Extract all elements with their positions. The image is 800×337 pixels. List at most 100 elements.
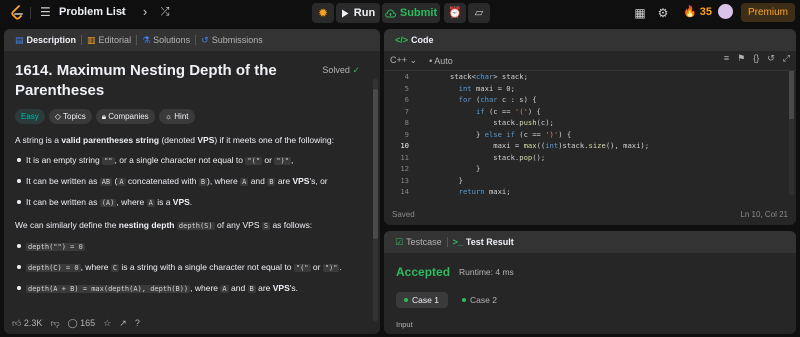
gear-icon[interactable]: ⚙: [656, 5, 670, 21]
chevron-left-icon[interactable]: ‹: [116, 4, 130, 20]
note-icon[interactable]: ≡: [724, 53, 729, 64]
code-editor[interactable]: 4 5 6 7 8 9 10 11 12 13 14 stack<char> s…: [384, 71, 784, 196]
bookmark-icon[interactable]: ⚑: [737, 53, 745, 64]
language-select[interactable]: C++ ⌄: [390, 55, 417, 66]
case-tab-2[interactable]: Case 2: [454, 292, 504, 308]
description-content: 1614. Maximum Nesting Depth of the Paren…: [4, 51, 372, 309]
code-icon: </>: [395, 35, 409, 45]
tab-test-result[interactable]: >_ Test Result: [448, 237, 519, 247]
text: It can be written as: [26, 197, 100, 207]
tab-description[interactable]: ▤ Description: [10, 35, 81, 46]
streak-count: 35: [699, 6, 713, 18]
text: concatenated with: [125, 176, 199, 186]
inline-code: depth(S): [176, 222, 215, 230]
tab-code[interactable]: </> Code: [390, 35, 439, 45]
line-number: 4: [404, 72, 409, 81]
editor-scrollbar[interactable]: [789, 71, 794, 195]
chevron-right-icon[interactable]: ›: [138, 4, 152, 20]
text: We can similarly define the: [15, 220, 119, 230]
help-button[interactable]: ?: [135, 318, 140, 328]
description-scrollbar[interactable]: [373, 79, 378, 321]
leetcode-logo-icon[interactable]: [10, 5, 24, 21]
code-panel: </> Code C++ ⌄ • Auto ≡ ⚑ {} ↺ ⤢ 4 5 6 7…: [384, 29, 796, 225]
tab-submissions[interactable]: ↺ Submissions: [196, 35, 268, 46]
result-tabs: ☑ Testcase >_ Test Result: [384, 231, 796, 253]
lock-icon: 🔒︎: [101, 112, 106, 121]
like-button[interactable]: 👍︎ 2.3K: [12, 318, 42, 329]
streak-counter[interactable]: 🔥 35: [683, 5, 712, 18]
line-number: 5: [404, 83, 409, 93]
note-icon: ▱: [474, 7, 484, 19]
avatar[interactable]: [718, 4, 733, 19]
list-item: It is an empty string "", or a single ch…: [15, 154, 361, 167]
text: It can be written as: [26, 176, 100, 186]
notes-button[interactable]: ▱: [468, 3, 490, 23]
inline-code: AB: [99, 178, 113, 186]
text: , or a single character not equal to: [114, 155, 246, 165]
text-bold: nesting depth: [118, 220, 175, 230]
run-button[interactable]: Run: [336, 3, 380, 23]
problem-title[interactable]: 1614. Maximum Nesting Depth of the Paren…: [15, 61, 305, 101]
problem-list-icon[interactable]: ☰: [40, 5, 54, 19]
line-number: 8: [404, 118, 409, 127]
inline-code: A: [220, 285, 229, 293]
companies-chip[interactable]: 🔒︎ Companies: [95, 109, 155, 124]
timer-button[interactable]: ⏰: [444, 3, 466, 23]
problem-intro: A string is a valid parentheses string (…: [15, 134, 361, 146]
history-icon: ↺: [201, 34, 209, 45]
description-footer: 👍︎ 2.3K 👎︎ ◯ 165 ☆ ↗ ?: [4, 312, 380, 334]
question-icon: ?: [134, 318, 140, 328]
reset-icon[interactable]: ↺: [767, 53, 775, 64]
terminal-icon: >_: [452, 237, 463, 247]
alarm-clock-icon: ⏰: [448, 7, 462, 19]
text-bold: VPS: [272, 283, 290, 293]
braces-icon[interactable]: {}: [753, 53, 759, 64]
topics-label: Topics: [63, 112, 86, 121]
text: .: [189, 197, 193, 207]
text: , where: [80, 262, 111, 272]
tab-description-label: Description: [26, 35, 77, 45]
text: is a: [154, 197, 173, 207]
difficulty-badge: Easy: [15, 109, 45, 124]
share-button[interactable]: ↗: [119, 318, 127, 329]
premium-button[interactable]: Premium: [741, 3, 795, 22]
lightbulb-icon: ☼: [164, 112, 173, 121]
star-icon: ☆: [103, 317, 112, 328]
dislike-button[interactable]: 👎︎: [50, 318, 59, 329]
tab-test-result-label: Test Result: [465, 237, 514, 247]
favorite-button[interactable]: ☆: [103, 318, 111, 329]
line-number: 12: [400, 164, 409, 173]
comments-button[interactable]: ◯ 165: [68, 318, 96, 329]
submit-button[interactable]: Submit: [382, 3, 440, 23]
text-bold: VPS: [292, 176, 310, 186]
code-line: maxi = max((int)stack.size(), maxi);: [450, 141, 650, 150]
depth-intro: We can similarly define the nesting dept…: [15, 219, 361, 232]
text: 's, or: [309, 176, 328, 186]
topics-chip[interactable]: ◇ Topics: [48, 109, 92, 124]
layout-grid-icon[interactable]: ▦: [633, 5, 647, 21]
thumbs-down-icon: 👎︎: [50, 317, 60, 328]
code-line: int maxi = 0;: [458, 83, 515, 93]
companies-label: Companies: [108, 112, 149, 121]
like-count: 2.3K: [23, 317, 43, 328]
line-number: 10: [400, 141, 409, 150]
tab-solutions[interactable]: ⚗ Solutions: [137, 35, 195, 46]
code-line: stack.pop();: [450, 152, 546, 162]
code-line: }: [450, 175, 463, 185]
shuffle-icon[interactable]: ⤮: [158, 4, 172, 20]
autocomplete-toggle[interactable]: • Auto: [429, 56, 453, 66]
run-label: Run: [353, 7, 376, 19]
debug-button[interactable]: ✹: [312, 3, 334, 23]
list-item: It can be written as AB (A concatenated …: [15, 175, 361, 188]
tab-testcase[interactable]: ☑ Testcase: [390, 237, 447, 248]
inline-code: A: [117, 178, 126, 186]
flask-icon: ⚗: [142, 34, 151, 45]
expand-icon[interactable]: ⤢: [783, 53, 790, 64]
tab-editorial[interactable]: ▥ Editorial: [82, 35, 136, 46]
submit-label: Submit: [399, 7, 438, 19]
hint-chip[interactable]: ☼ Hint: [158, 109, 195, 124]
text: of any VPS: [214, 220, 262, 230]
inline-code: C: [110, 264, 120, 272]
chevron-down-icon: ⌄: [409, 55, 418, 65]
case-tab-1[interactable]: Case 1: [396, 292, 448, 308]
